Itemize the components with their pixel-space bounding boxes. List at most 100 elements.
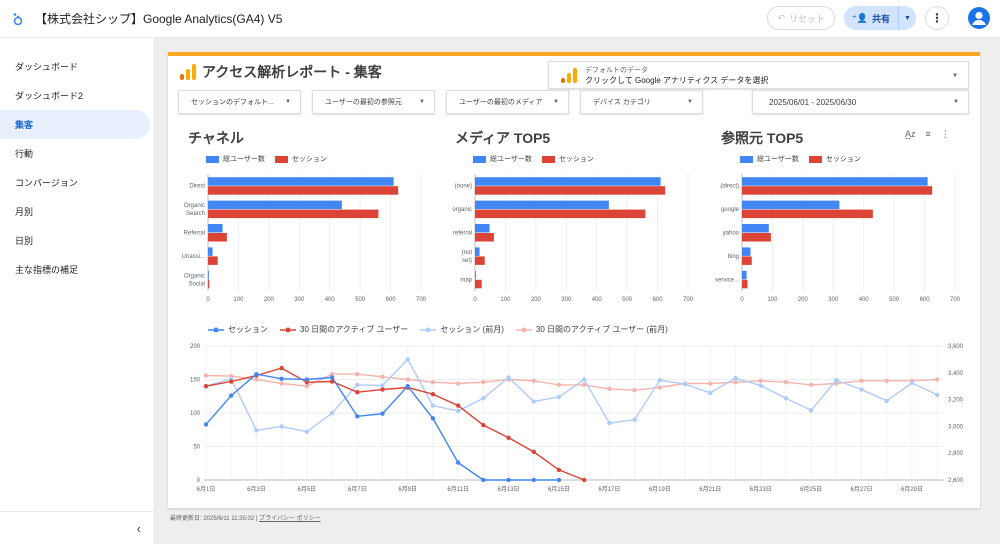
- data-point[interactable]: [355, 414, 360, 419]
- data-point[interactable]: [934, 377, 940, 382]
- data-point[interactable]: [657, 377, 663, 383]
- bar[interactable]: [742, 256, 752, 265]
- data-point[interactable]: [556, 394, 562, 400]
- privacy-link[interactable]: プライバシー ポリシー: [259, 516, 321, 522]
- reset-button[interactable]: ↶ リセット: [767, 6, 836, 30]
- sidebar-item[interactable]: コンバージョン: [0, 168, 154, 197]
- data-point[interactable]: [556, 477, 562, 483]
- data-point[interactable]: [884, 398, 889, 404]
- data-point[interactable]: [733, 379, 738, 385]
- data-source-control[interactable]: デフォルトのデータ クリックして Google アナリティクス データを選択 ▼: [548, 61, 969, 89]
- filter-icon[interactable]: ≡: [926, 129, 931, 140]
- data-point[interactable]: [657, 385, 663, 390]
- data-point[interactable]: [380, 383, 385, 388]
- data-point[interactable]: [455, 408, 461, 414]
- data-point[interactable]: [708, 381, 713, 386]
- data-point[interactable]: [254, 371, 259, 377]
- bar[interactable]: [475, 233, 494, 242]
- data-point[interactable]: [380, 411, 385, 416]
- data-point[interactable]: [481, 379, 486, 385]
- data-point[interactable]: [380, 374, 385, 380]
- data-point[interactable]: [229, 393, 234, 398]
- bar[interactable]: [208, 209, 379, 219]
- share-button-group[interactable]: ⁺👤 共有 ▼: [844, 6, 916, 30]
- bar[interactable]: [475, 256, 485, 265]
- data-point[interactable]: [380, 387, 385, 392]
- bar[interactable]: [475, 224, 490, 233]
- bar[interactable]: [208, 233, 227, 242]
- data-point[interactable]: [304, 429, 310, 434]
- bar[interactable]: [475, 247, 480, 256]
- data-point[interactable]: [430, 379, 436, 385]
- data-point[interactable]: [203, 422, 209, 427]
- data-point[interactable]: [481, 422, 486, 428]
- bar[interactable]: [742, 247, 751, 256]
- bar[interactable]: [742, 224, 769, 233]
- bar[interactable]: [208, 224, 223, 233]
- bar[interactable]: [208, 270, 209, 280]
- data-point[interactable]: [455, 381, 461, 386]
- bar[interactable]: [742, 177, 928, 186]
- data-point[interactable]: [632, 388, 637, 393]
- data-point[interactable]: [581, 377, 587, 382]
- data-point[interactable]: [531, 399, 536, 404]
- data-point[interactable]: [808, 408, 814, 413]
- data-point[interactable]: [556, 467, 562, 473]
- data-point[interactable]: [859, 387, 864, 392]
- bar[interactable]: [742, 233, 771, 242]
- collapse-sidebar-icon[interactable]: ‹: [0, 511, 155, 544]
- data-point[interactable]: [859, 378, 864, 384]
- share-button[interactable]: ⁺👤 共有: [844, 6, 898, 30]
- data-point[interactable]: [934, 392, 940, 398]
- data-point[interactable]: [405, 384, 410, 389]
- filter-default-channel[interactable]: セッションのデフォルト... ▼: [178, 90, 301, 114]
- bar[interactable]: [742, 209, 873, 219]
- sidebar-item[interactable]: 行動: [0, 139, 154, 168]
- data-point[interactable]: [506, 477, 511, 483]
- data-point[interactable]: [355, 382, 360, 388]
- data-point[interactable]: [834, 377, 839, 383]
- data-point[interactable]: [531, 477, 536, 483]
- data-point[interactable]: [405, 357, 410, 362]
- data-point[interactable]: [481, 477, 486, 483]
- bar[interactable]: [475, 279, 482, 289]
- data-point[interactable]: [909, 380, 915, 386]
- data-point[interactable]: [607, 420, 612, 426]
- data-point[interactable]: [279, 376, 284, 382]
- sidebar-item[interactable]: ダッシュボード: [0, 52, 154, 81]
- bar[interactable]: [742, 270, 747, 280]
- bar[interactable]: [208, 279, 210, 289]
- data-point[interactable]: [329, 410, 335, 416]
- bar[interactable]: [208, 200, 342, 210]
- data-point[interactable]: [708, 390, 713, 396]
- data-point[interactable]: [733, 375, 738, 381]
- data-point[interactable]: [808, 382, 814, 388]
- data-point[interactable]: [355, 390, 360, 395]
- data-point[interactable]: [531, 449, 536, 455]
- data-point[interactable]: [556, 382, 562, 388]
- data-point[interactable]: [506, 435, 511, 440]
- data-point[interactable]: [506, 375, 511, 380]
- data-point[interactable]: [355, 371, 360, 377]
- sidebar-item[interactable]: 主な指標の補足: [0, 255, 154, 284]
- data-point[interactable]: [254, 428, 259, 433]
- bar[interactable]: [208, 186, 399, 195]
- bar[interactable]: [208, 256, 218, 265]
- data-point[interactable]: [607, 386, 612, 392]
- bar[interactable]: [475, 200, 609, 210]
- filter-first-source[interactable]: ユーザーの最初の参照元 ▼: [312, 90, 435, 114]
- sidebar-item[interactable]: ダッシュボード2: [0, 81, 154, 110]
- data-point[interactable]: [481, 396, 486, 401]
- data-point[interactable]: [279, 381, 284, 386]
- share-dropdown-icon[interactable]: ▼: [898, 6, 916, 30]
- sidebar-item[interactable]: 日別: [0, 226, 154, 255]
- sidebar-item[interactable]: 集客: [0, 110, 150, 139]
- data-point[interactable]: [430, 403, 436, 408]
- bar[interactable]: [475, 177, 661, 186]
- filter-device-category[interactable]: デバイス カテゴリ ▼: [580, 90, 703, 114]
- data-point[interactable]: [783, 396, 789, 401]
- translate-icon[interactable]: A̲z: [905, 129, 916, 140]
- data-point[interactable]: [203, 373, 209, 378]
- data-point[interactable]: [430, 416, 436, 421]
- bar[interactable]: [742, 186, 933, 195]
